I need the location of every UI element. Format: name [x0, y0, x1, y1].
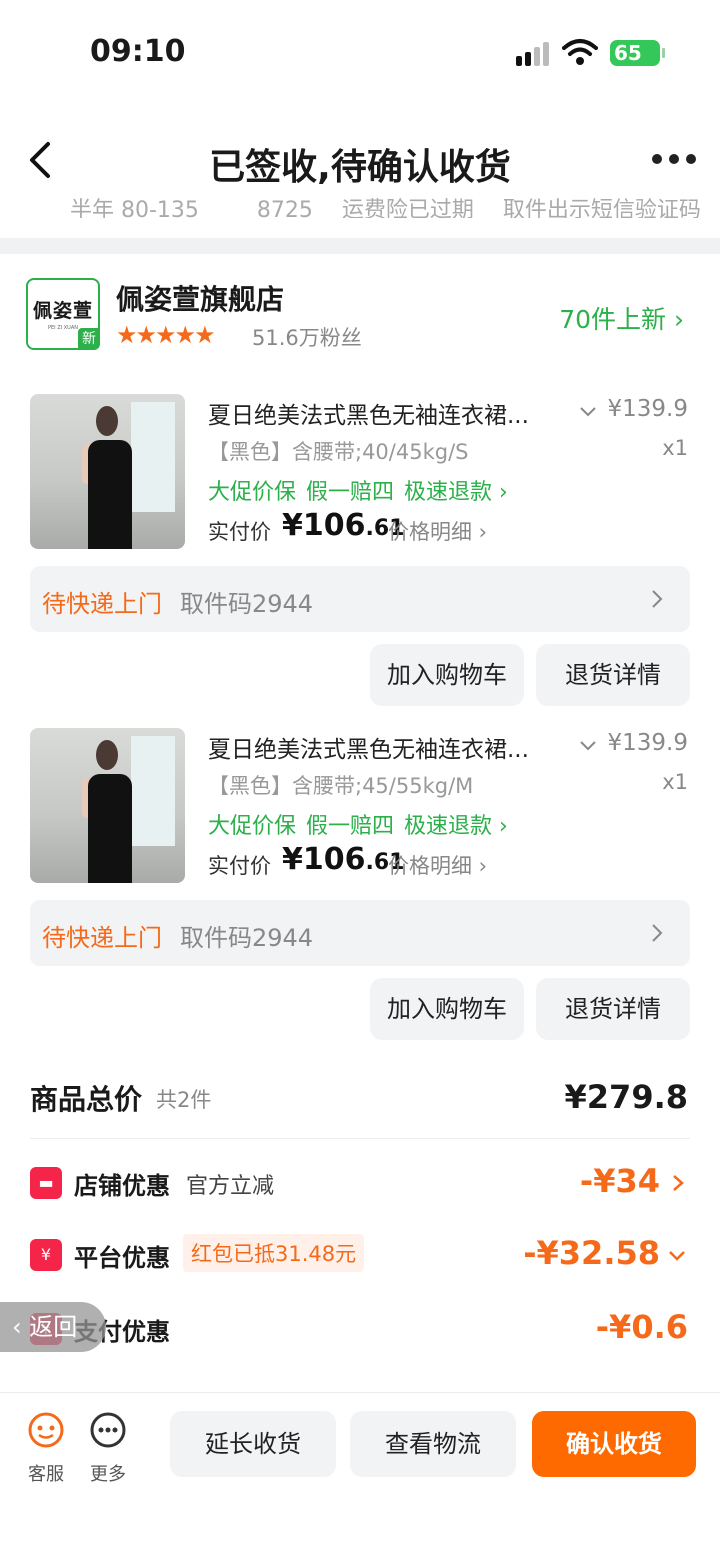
order-item: 夏日绝美法式黑色无袖连衣裙... ¥139.9 【黑色】含腰带;40/45kg/…: [0, 394, 720, 714]
product-thumbnail[interactable]: [30, 394, 185, 549]
extend-receipt-button[interactable]: 延长收货: [170, 1411, 336, 1477]
floating-back-label: 返回: [29, 1313, 78, 1341]
chevron-down-icon[interactable]: [578, 402, 598, 422]
discount-amount: -¥34: [579, 1162, 660, 1200]
service-tag: 大促价保: [208, 814, 297, 839]
store-discount-icon: ▬: [30, 1167, 62, 1199]
discount-amount: -¥0.6: [595, 1308, 688, 1346]
bottom-action-bar: 客服 更多 延长收货 查看物流 确认收货: [0, 1392, 720, 1560]
discount-label: 平台优惠: [74, 1244, 170, 1272]
service-tag: 假一赔四: [306, 480, 395, 505]
service-tag: 极速退款 ›: [404, 480, 508, 505]
store-fans-count: 51.6万粉丝: [252, 326, 362, 350]
divider: [30, 1138, 690, 1139]
product-price: ¥139.9: [607, 396, 688, 422]
customer-service-button[interactable]: 客服: [18, 1411, 74, 1486]
subtotal-amount: ¥279.8: [564, 1078, 688, 1116]
product-title[interactable]: 夏日绝美法式黑色无袖连衣裙...: [208, 730, 529, 764]
service-tags[interactable]: 大促价保 假一赔四 极速退款 ›: [208, 474, 518, 506]
service-tags[interactable]: 大促价保 假一赔四 极速退款 ›: [208, 808, 518, 840]
chevron-down-icon: [669, 1251, 685, 1261]
subtotal-label: 商品总价: [30, 1083, 143, 1116]
status-bar: 09:10 65: [0, 0, 720, 100]
store-new-arrivals-link[interactable]: 70件上新 ›: [559, 300, 684, 336]
product-quantity: x1: [662, 436, 688, 460]
coupon-icon: ¥: [30, 1239, 62, 1271]
service-tag: 假一赔四: [306, 814, 395, 839]
product-title[interactable]: 夏日绝美法式黑色无袖连衣裙...: [208, 396, 529, 430]
customer-service-icon: [28, 1412, 64, 1448]
status-time: 09:10: [90, 34, 186, 69]
store-logo[interactable]: 佩姿萱 PEI ZI XUAN 新: [26, 278, 100, 350]
confirm-receipt-button[interactable]: 确认收货: [532, 1411, 696, 1477]
paid-price-amount: ¥106.61: [282, 842, 404, 877]
nav-bar: 已签收,待确认收货: [0, 120, 720, 200]
store-discount-row[interactable]: ▬ 店铺优惠 官方立减 -¥34: [0, 1158, 720, 1208]
order-item: 夏日绝美法式黑色无袖连衣裙... ¥139.9 【黑色】含腰带;45/55kg/…: [0, 728, 720, 1048]
customer-service-label: 客服: [28, 1464, 64, 1485]
order-info-peek: 半年 80-135 8725 运费险已过期 取件出示短信验证码: [70, 198, 701, 218]
floating-back-button[interactable]: ‹ 返回: [0, 1302, 106, 1352]
pickup-code: 取件码2944: [180, 590, 314, 618]
page-title: 已签收,待确认收货: [209, 147, 511, 188]
pickup-code: 取件码2944: [180, 924, 314, 952]
view-logistics-button[interactable]: 查看物流: [350, 1411, 516, 1477]
paid-price-amount: ¥106.61: [282, 508, 404, 543]
store-logo-text: 佩姿萱: [32, 300, 93, 322]
chevron-right-icon: [652, 924, 663, 942]
platform-discount-row[interactable]: ¥ 平台优惠 红包已抵31.48元 -¥32.58: [0, 1230, 720, 1280]
paid-price-label: 实付价: [208, 520, 271, 544]
price-detail-link[interactable]: 价格明细 ›: [388, 516, 487, 546]
pickup-status: 待快递上门: [42, 924, 162, 952]
add-to-cart-button[interactable]: 加入购物车: [370, 644, 524, 706]
more-label: 更多: [90, 1464, 126, 1485]
product-thumbnail[interactable]: [30, 728, 185, 883]
pickup-status-bar[interactable]: 待快递上门 取件码2944: [30, 566, 690, 632]
chevron-down-icon[interactable]: [578, 736, 598, 756]
new-badge: 新: [78, 328, 100, 350]
pickup-status: 待快递上门: [42, 590, 162, 618]
paid-price-main: ¥106: [282, 508, 366, 543]
red-packet-pill: 红包已抵31.48元: [183, 1234, 365, 1272]
chevron-right-icon: [673, 1175, 684, 1191]
product-spec: 【黑色】含腰带;40/45kg/S: [208, 440, 469, 464]
payment-discount-row[interactable]: ¥ 支付优惠 -¥0.6: [0, 1304, 720, 1354]
price-detail-link[interactable]: 价格明细 ›: [388, 850, 487, 880]
add-to-cart-button[interactable]: 加入购物车: [370, 978, 524, 1040]
service-tag: 大促价保: [208, 480, 297, 505]
discount-amount: -¥32.58: [523, 1234, 660, 1272]
discount-note: 官方立减: [186, 1174, 275, 1199]
return-details-button[interactable]: 退货详情: [536, 978, 690, 1040]
more-icon: [90, 1412, 126, 1448]
paid-price-label: 实付价: [208, 854, 271, 878]
section-divider: [0, 238, 720, 254]
more-button[interactable]: 更多: [80, 1411, 136, 1486]
item-count: 共2件: [156, 1088, 212, 1112]
chevron-right-icon: [652, 590, 663, 608]
store-header[interactable]: 佩姿萱 PEI ZI XUAN 新 佩姿萱旗舰店 ★★★★★ 51.6万粉丝 7…: [0, 270, 720, 360]
more-menu-icon[interactable]: [652, 154, 696, 166]
discount-label: 店铺优惠: [74, 1172, 170, 1200]
product-spec: 【黑色】含腰带;45/55kg/M: [208, 774, 474, 798]
battery-indicator: 65: [610, 40, 660, 66]
service-tag: 极速退款 ›: [404, 814, 508, 839]
store-name[interactable]: 佩姿萱旗舰店: [116, 278, 284, 318]
wifi-icon: [562, 39, 598, 65]
cellular-signal-icon: [516, 42, 552, 66]
paid-price-main: ¥106: [282, 842, 366, 877]
return-details-button[interactable]: 退货详情: [536, 644, 690, 706]
battery-tip: [662, 48, 665, 58]
product-quantity: x1: [662, 770, 688, 794]
pickup-status-bar[interactable]: 待快递上门 取件码2944: [30, 900, 690, 966]
store-rating-stars: ★★★★★: [116, 321, 216, 349]
product-price: ¥139.9: [607, 730, 688, 756]
